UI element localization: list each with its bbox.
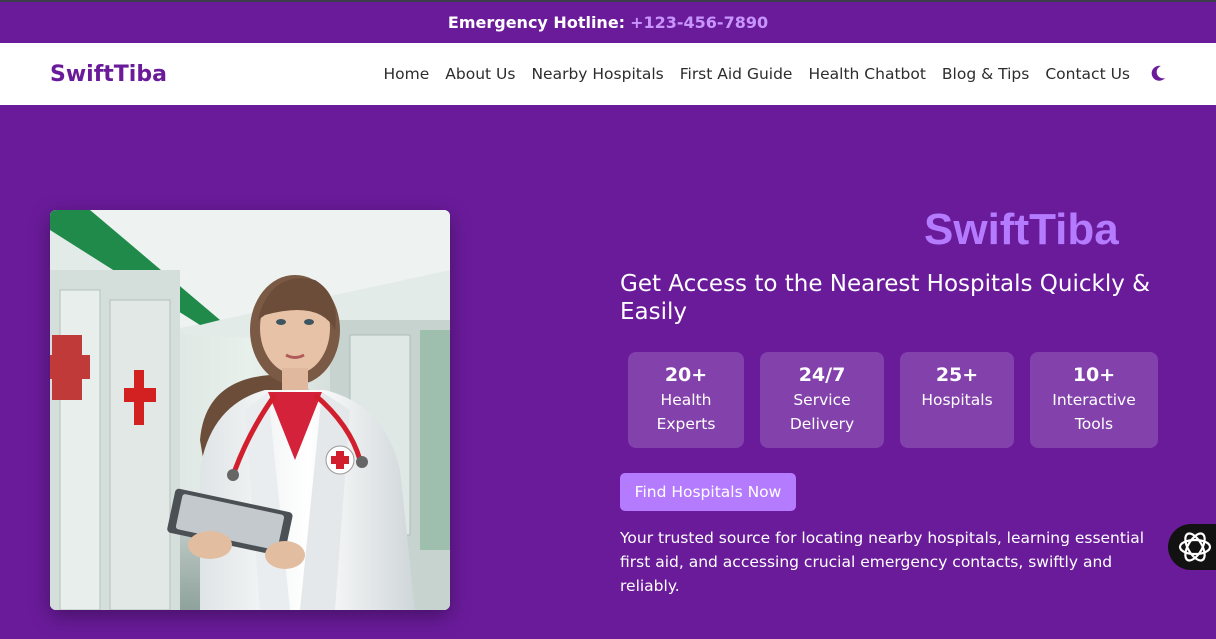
stat-number: 20+ bbox=[664, 364, 708, 386]
nav-health-chatbot[interactable]: Health Chatbot bbox=[808, 65, 925, 83]
moon-icon[interactable] bbox=[1148, 63, 1168, 83]
hero-subtitle: Get Access to the Nearest Hospitals Quic… bbox=[620, 271, 1151, 325]
stat-label: Experts bbox=[656, 415, 716, 433]
nav-home[interactable]: Home bbox=[383, 65, 429, 83]
stat-label: Tools bbox=[1074, 415, 1114, 433]
stat-number: 25+ bbox=[935, 364, 979, 386]
hotline-phone-link[interactable]: +123-456-7890 bbox=[630, 13, 768, 32]
nav-about-us[interactable]: About Us bbox=[445, 65, 515, 83]
stat-card-health-experts: 20+ Health Experts bbox=[628, 352, 744, 448]
hero-title: SwiftTiba bbox=[924, 205, 1119, 254]
main-navbar: SwiftTiba Home About Us Nearby Hospitals… bbox=[0, 43, 1216, 105]
nav-nearby-hospitals[interactable]: Nearby Hospitals bbox=[531, 65, 663, 83]
doctor-hero-image bbox=[50, 210, 450, 610]
nav-links: Home About Us Nearby Hospitals First Aid… bbox=[367, 43, 1130, 105]
stat-label: Delivery bbox=[789, 415, 855, 433]
openai-icon bbox=[1178, 532, 1212, 562]
hero-description: Your trusted source for locating nearby … bbox=[620, 529, 1145, 595]
stat-card-interactive-tools: 10+ Interactive Tools bbox=[1030, 352, 1158, 448]
stats-row: 20+ Health Experts 24/7 Service Delivery… bbox=[628, 352, 1158, 448]
find-hospitals-button[interactable]: Find Hospitals Now bbox=[620, 473, 796, 511]
nav-contact-us[interactable]: Contact Us bbox=[1045, 65, 1130, 83]
stat-label: Hospitals bbox=[921, 391, 993, 409]
stat-number: 24/7 bbox=[798, 364, 846, 386]
brand-logo[interactable]: SwiftTiba bbox=[50, 62, 167, 87]
stat-number: 10+ bbox=[1072, 364, 1116, 386]
chatbot-launcher-button[interactable] bbox=[1168, 524, 1216, 570]
stat-label: Health bbox=[660, 391, 712, 409]
hotline-label: Emergency Hotline: bbox=[447, 13, 626, 32]
stat-card-hospitals: 25+ Hospitals bbox=[900, 352, 1014, 448]
nav-blog-tips[interactable]: Blog & Tips bbox=[942, 65, 1029, 83]
stat-card-service-delivery: 24/7 Service Delivery bbox=[760, 352, 884, 448]
stat-label: Interactive bbox=[1052, 391, 1136, 409]
nav-first-aid-guide[interactable]: First Aid Guide bbox=[680, 65, 793, 83]
emergency-hotline-bar: Emergency Hotline: +123-456-7890 bbox=[0, 0, 1216, 43]
stat-label: Service bbox=[793, 391, 851, 409]
